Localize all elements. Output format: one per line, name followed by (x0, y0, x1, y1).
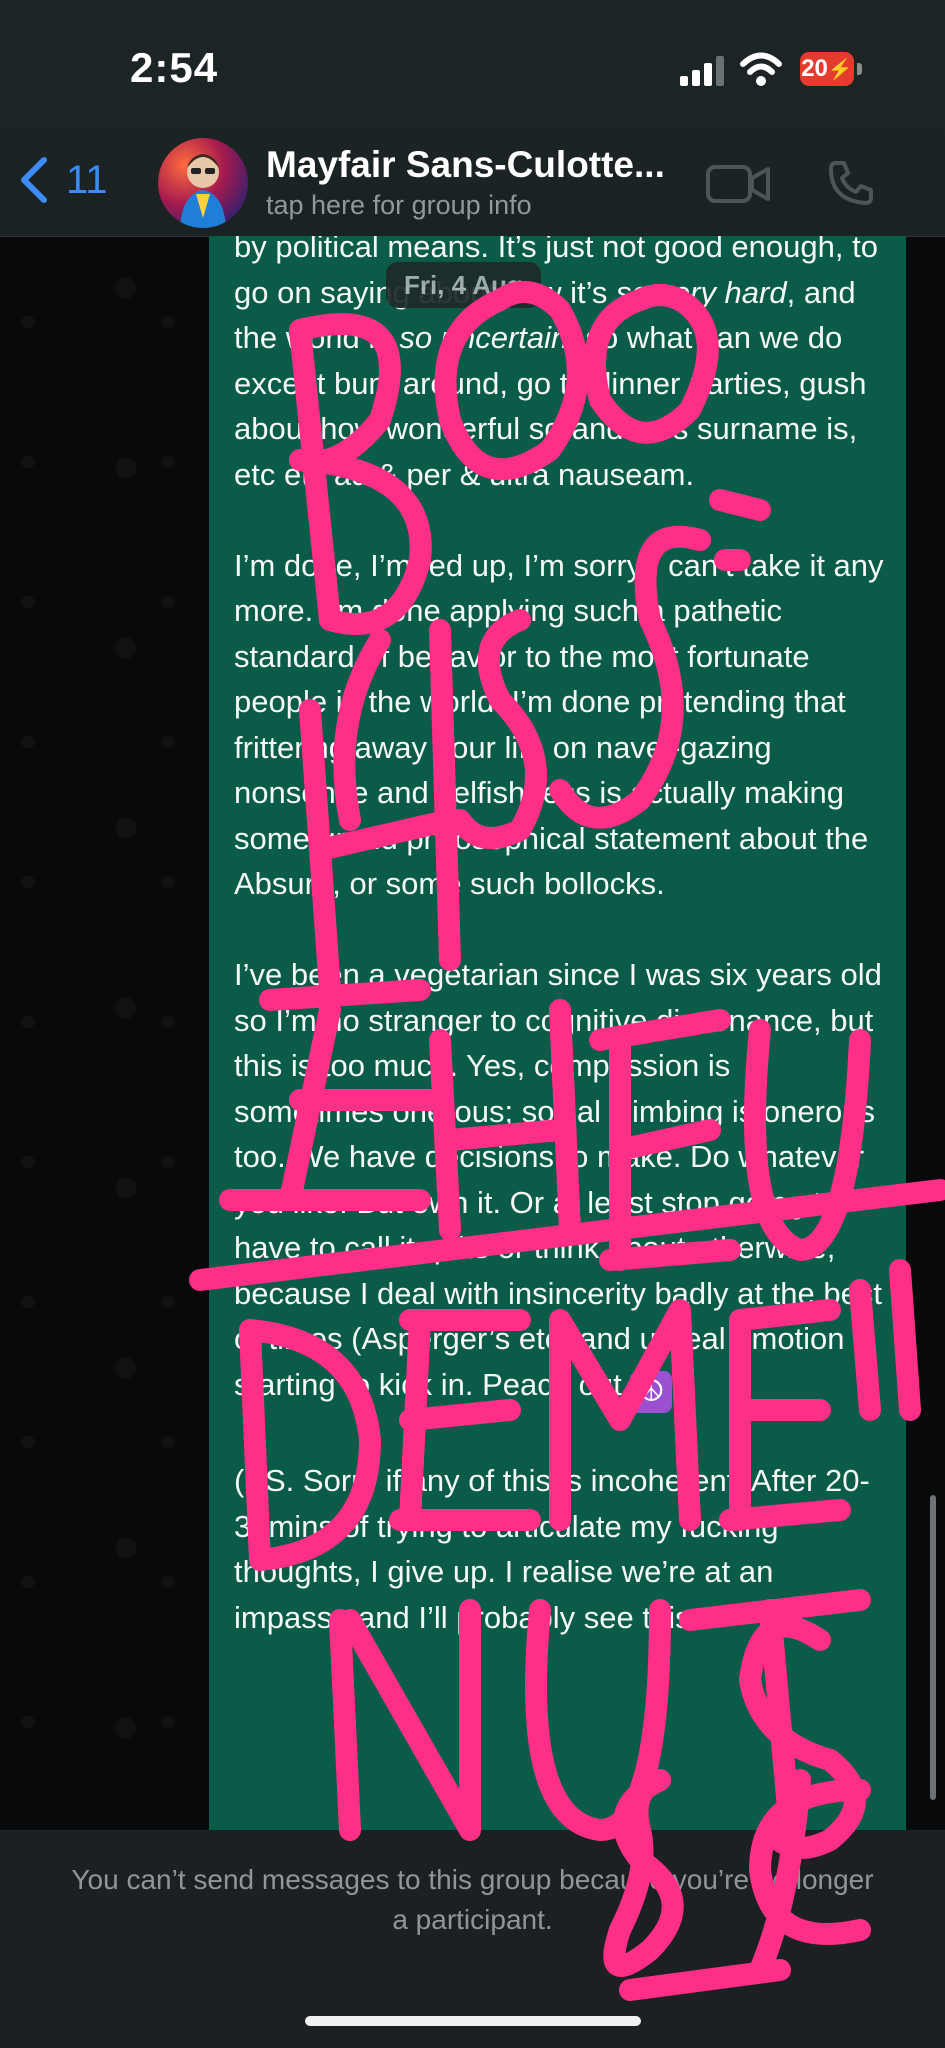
phone-call-icon[interactable] (828, 160, 874, 206)
chevron-left-icon (21, 157, 47, 203)
home-indicator[interactable] (305, 2016, 641, 2026)
message-paragraph-2: I’m done, I’m fed up, I’m sorry I can’t … (234, 547, 884, 902)
message-text: by political means. It’s just not good e… (234, 236, 886, 1686)
emphasis-span: so very hard (616, 274, 787, 310)
group-info-hint[interactable]: tap here for group info (266, 190, 532, 221)
battery-indicator: 20 ⚡ (800, 52, 854, 86)
battery-nub (857, 63, 862, 75)
unread-count: 11 (66, 157, 108, 202)
not-participant-notice: You can’t send messages to this group be… (71, 1864, 874, 1935)
footer-bar: You can’t send messages to this group be… (0, 1830, 945, 2048)
group-name[interactable]: Mayfair Sans-Culotte... (266, 144, 696, 186)
message-paragraph-4: (PS. Sorry if any of this is incoherent.… (234, 1463, 870, 1635)
scrollbar[interactable] (930, 1495, 936, 1800)
status-time: 2:54 (130, 44, 219, 91)
signal-icon (680, 56, 724, 86)
message-bubble: by political means. It’s just not good e… (209, 236, 906, 1830)
back-button[interactable]: 11 (18, 150, 108, 210)
date-chip: Fri, 4 Aug (386, 262, 541, 308)
battery-level: 20 (801, 55, 828, 82)
video-call-icon[interactable] (706, 164, 770, 204)
peace-emoji-icon: ☮ (630, 1370, 673, 1413)
header-bar: 2:54 20 ⚡ 11 Mayfair Sans-Culotte... tap … (0, 0, 945, 237)
message-paragraph-3: I’ve been a vegetarian since I was six y… (234, 952, 886, 1413)
text-span: I’ve been a vegetarian since I was six y… (234, 957, 882, 1402)
wifi-icon (740, 52, 782, 86)
emphasis-span: so uncertain (399, 320, 569, 355)
message-paragraph-1: by political means. It’s just not good e… (234, 236, 886, 497)
group-avatar[interactable] (158, 138, 248, 228)
